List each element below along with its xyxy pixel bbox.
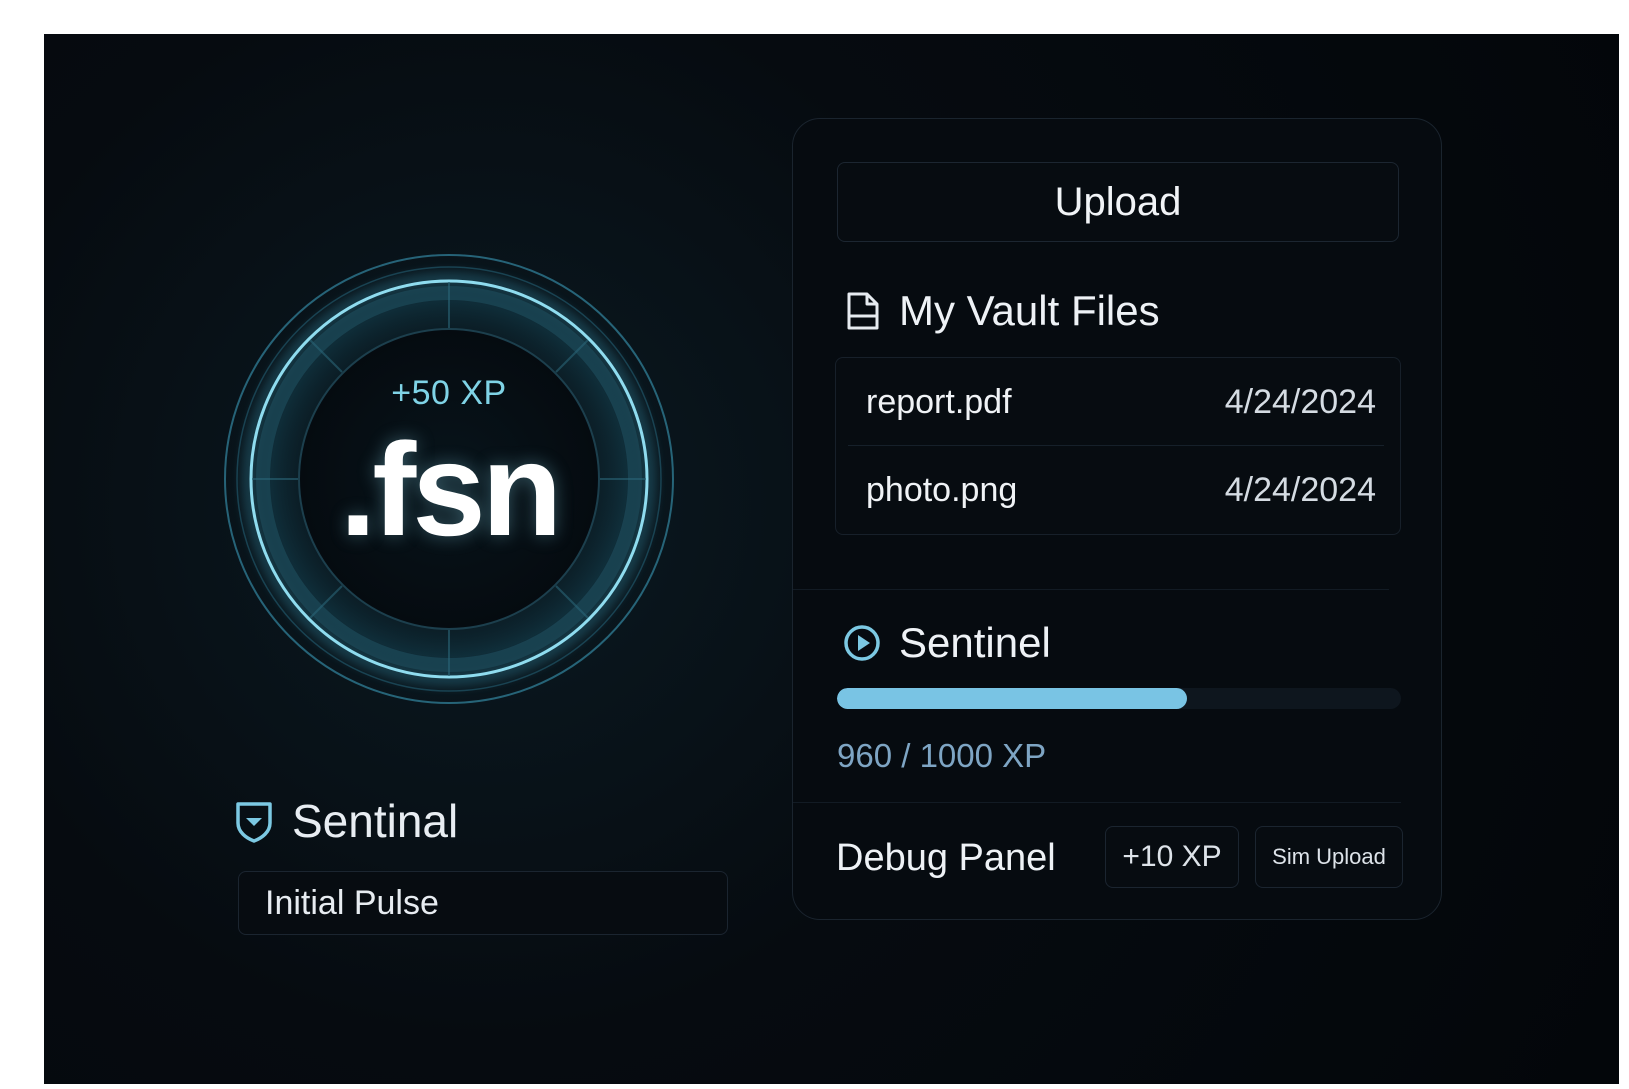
section-divider xyxy=(793,802,1401,803)
xp-progress-text: 960 / 1000 XP xyxy=(837,737,1047,774)
sim-upload-button[interactable]: Sim Upload xyxy=(1255,826,1403,888)
status-field: Initial Pulse xyxy=(238,871,728,935)
xp-progress-fill xyxy=(837,688,1187,709)
rank-title: Sentinal xyxy=(292,795,459,847)
add-xp-button[interactable]: +10 XP xyxy=(1105,826,1239,888)
vault-panel: Upload My Vault Files report.pdf 4/24/20… xyxy=(792,118,1442,920)
play-circle-icon xyxy=(844,625,880,661)
level-title: Sentinel xyxy=(899,619,1051,666)
document-icon xyxy=(847,292,879,330)
xp-orb: +50 XP .fsn xyxy=(224,254,674,704)
debug-panel-title: Debug Panel xyxy=(836,837,1056,879)
shield-icon xyxy=(236,802,272,843)
file-name: report.pdf xyxy=(866,382,1012,421)
file-date: 4/24/2024 xyxy=(1224,470,1376,509)
file-row[interactable]: photo.png 4/24/2024 xyxy=(836,446,1400,534)
file-name: photo.png xyxy=(866,470,1018,509)
section-divider xyxy=(793,589,1389,590)
file-list: report.pdf 4/24/2024 photo.png 4/24/2024 xyxy=(835,357,1401,535)
level-header: Sentinel xyxy=(843,619,1051,667)
files-title: My Vault Files xyxy=(899,287,1160,334)
app-window: +50 XP .fsn Sentinal Initial Pulse Uploa… xyxy=(44,34,1619,1084)
file-row[interactable]: report.pdf 4/24/2024 xyxy=(836,358,1400,446)
status-text: Initial Pulse xyxy=(265,883,439,922)
file-date: 4/24/2024 xyxy=(1224,382,1376,421)
upload-button[interactable]: Upload xyxy=(837,162,1399,242)
files-header: My Vault Files xyxy=(845,287,1160,335)
orb-title: .fsn xyxy=(339,416,563,563)
rank-header: Sentinal xyxy=(234,794,458,848)
xp-progress-bar xyxy=(837,688,1401,709)
xp-gain-label: +50 XP xyxy=(391,374,507,412)
